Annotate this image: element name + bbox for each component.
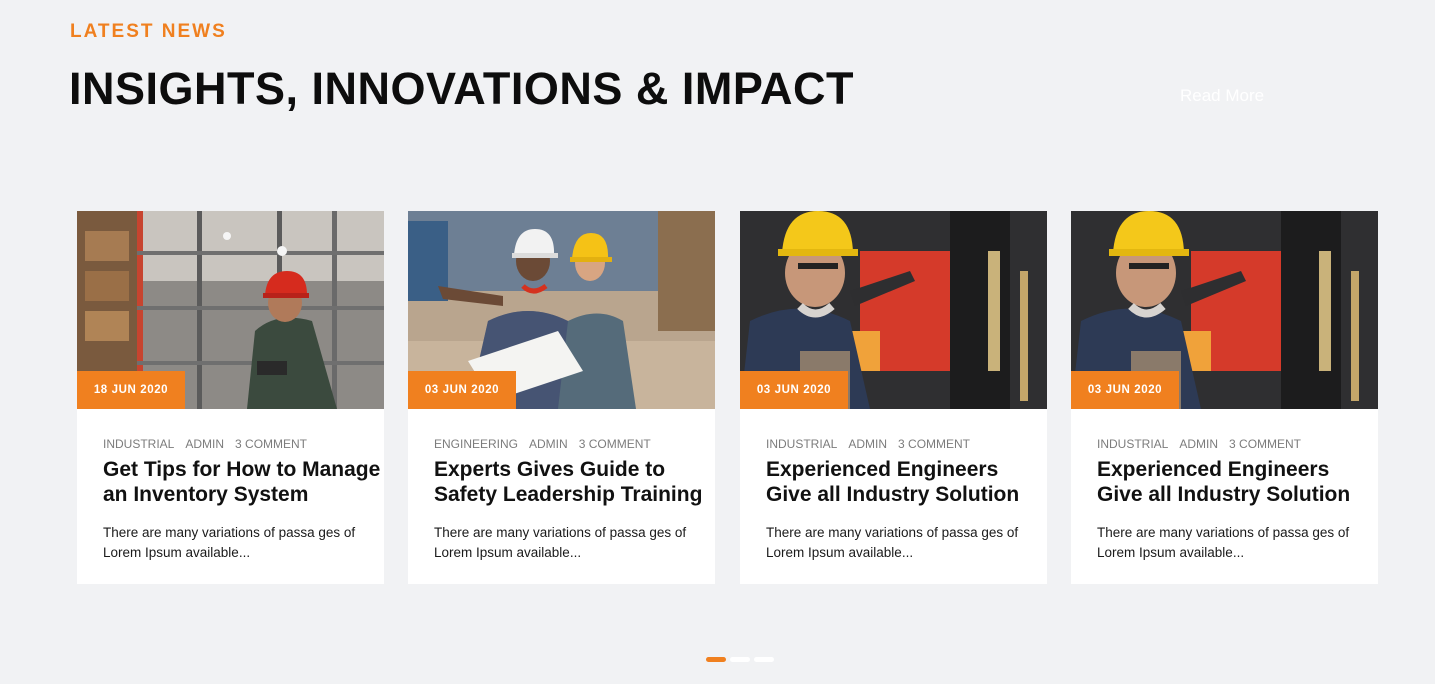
post-title[interactable]: Experienced Engineers Give all Industry … — [766, 457, 1044, 507]
news-card-image-engineers[interactable]: 03 JUN 2020 — [408, 211, 715, 409]
date-badge: 18 JUN 2020 — [77, 371, 185, 409]
post-author[interactable]: ADMIN — [1179, 437, 1218, 451]
post-meta: ENGINEERING ADMIN 3 COMMENT — [434, 437, 657, 451]
news-carousel: 18 JUN 2020 INDUSTRIAL ADMIN 3 COMMENT Get… — [77, 211, 1378, 584]
post-meta: INDUSTRIAL ADMIN 3 COMMENT — [103, 437, 313, 451]
news-card[interactable]: 18 JUN 2020 INDUSTRIAL ADMIN 3 COMMENT Get… — [77, 211, 384, 584]
post-title[interactable]: Get Tips for How to Manage an Inventory … — [103, 457, 381, 507]
latest-news-section: LATEST NEWS INSIGHTS, INNOVATIONS & IMPA… — [0, 0, 1435, 684]
post-excerpt: There are many variations of passa ges o… — [434, 525, 687, 560]
post-category[interactable]: ENGINEERING — [434, 437, 518, 451]
date-badge: 03 JUN 2020 — [408, 371, 516, 409]
news-card-image-drill-press[interactable]: 03 JUN 2020 — [740, 211, 1047, 409]
news-card-image-warehouse[interactable]: 18 JUN 2020 — [77, 211, 384, 409]
news-card[interactable]: 03 JUN 2020 ENGINEERING ADMIN 3 COMMENT Ex… — [408, 211, 715, 584]
read-more-link[interactable]: Read More — [1180, 86, 1264, 106]
post-category[interactable]: INDUSTRIAL — [1097, 437, 1168, 451]
pagination-dot-3[interactable] — [754, 657, 774, 662]
post-meta: INDUSTRIAL ADMIN 3 COMMENT — [766, 437, 976, 451]
post-meta: INDUSTRIAL ADMIN 3 COMMENT — [1097, 437, 1307, 451]
post-title[interactable]: Experienced Engineers Give all Industry … — [1097, 457, 1375, 507]
post-comments[interactable]: 3 COMMENT — [235, 437, 307, 451]
pagination-dot-1[interactable] — [706, 657, 726, 662]
post-title[interactable]: Experts Gives Guide to Safety Leadership… — [434, 457, 712, 507]
post-excerpt: There are many variations of passa ges o… — [1097, 525, 1350, 560]
news-card[interactable]: 03 JUN 2020 INDUSTRIAL ADMIN 3 COMMENT Exp… — [740, 211, 1047, 584]
post-author[interactable]: ADMIN — [185, 437, 224, 451]
post-comments[interactable]: 3 COMMENT — [579, 437, 651, 451]
post-excerpt: There are many variations of passa ges o… — [766, 525, 1019, 560]
post-category[interactable]: INDUSTRIAL — [766, 437, 837, 451]
pagination-dot-2[interactable] — [730, 657, 750, 662]
post-excerpt: There are many variations of passa ges o… — [103, 525, 356, 560]
date-badge: 03 JUN 2020 — [740, 371, 848, 409]
post-category[interactable]: INDUSTRIAL — [103, 437, 174, 451]
news-card-image-drill-press[interactable]: 03 JUN 2020 — [1071, 211, 1378, 409]
post-comments[interactable]: 3 COMMENT — [1229, 437, 1301, 451]
post-author[interactable]: ADMIN — [848, 437, 887, 451]
post-comments[interactable]: 3 COMMENT — [898, 437, 970, 451]
section-eyebrow: LATEST NEWS — [70, 21, 227, 42]
date-badge: 03 JUN 2020 — [1071, 371, 1179, 409]
section-headline: INSIGHTS, INNOVATIONS & IMPACT — [69, 63, 855, 114]
post-author[interactable]: ADMIN — [529, 437, 568, 451]
news-card[interactable]: 03 JUN 2020 INDUSTRIAL ADMIN 3 COMMENT Exp… — [1071, 211, 1378, 584]
